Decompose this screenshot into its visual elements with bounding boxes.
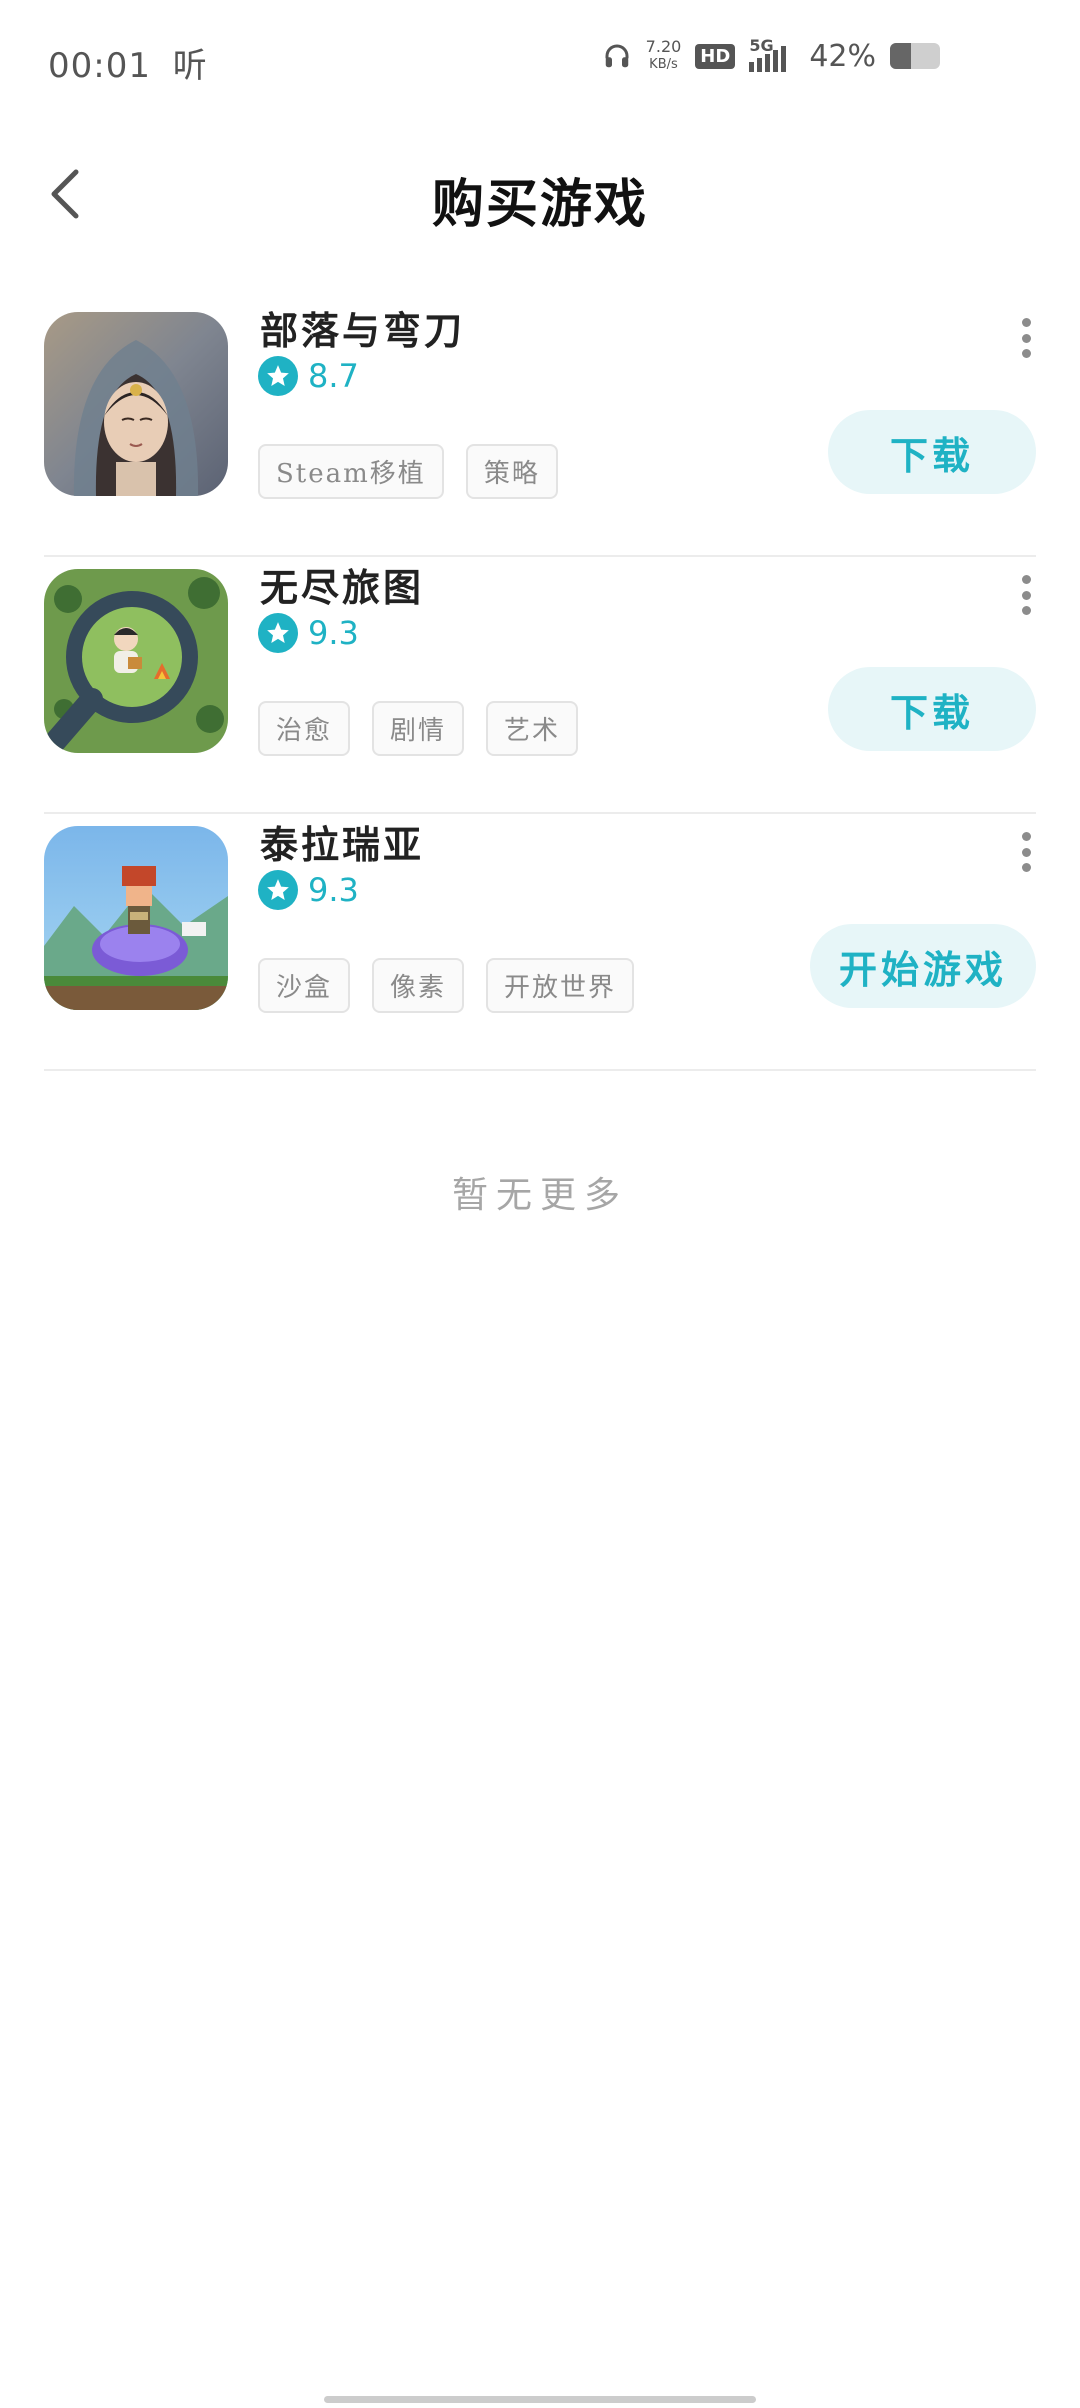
rating: 9.3 [258,613,359,653]
no-more-text: 暂无更多 [451,1175,628,1216]
game-name[interactable]: 无尽旅图 [260,557,424,612]
magnifier-art-icon [44,569,228,753]
game-name[interactable]: 部落与弯刀 [260,300,465,355]
signal-icon: 5G [749,36,795,72]
download-button[interactable]: 下载 [828,410,1036,494]
tag[interactable]: 策略 [465,444,558,499]
tag[interactable]: 沙盒 [258,958,351,1013]
start-game-button[interactable]: 开始游戏 [810,924,1036,1008]
game-item[interactable]: 部落与弯刀 8.7 Steam移植 策略 下载 [44,300,1036,557]
hd-badge: HD [695,43,736,69]
more-options-button[interactable] [1016,318,1036,358]
rating: 9.3 [258,870,359,910]
tag-list: 治愈 剧情 艺术 [258,701,579,756]
more-options-button[interactable] [1016,832,1036,872]
home-indicator[interactable] [324,2396,756,2403]
more-options-button[interactable] [1016,575,1036,615]
headphones-icon [605,44,629,68]
portrait-art-icon [44,312,228,496]
tag-list: 沙盒 像素 开放世界 [258,958,635,1013]
star-icon [258,870,298,910]
page-header: 购买游戏 [0,150,1080,240]
tag[interactable]: 剧情 [372,701,465,756]
battery-icon [890,43,940,69]
page-title: 购买游戏 [431,174,648,235]
status-icons: 7.20 KB/s HD 5G 42% [602,36,940,74]
tag[interactable]: 像素 [372,958,465,1013]
tag[interactable]: 艺术 [486,701,579,756]
download-button[interactable]: 下载 [828,667,1036,751]
star-icon [258,613,298,653]
tag[interactable]: 开放世界 [486,958,635,1013]
rating-value: 9.3 [308,614,359,652]
game-icon-tribes-and-scimitars[interactable] [44,312,228,496]
rating-value: 9.3 [308,871,359,909]
rating-value: 8.7 [308,357,359,395]
tag-list: Steam移植 策略 [258,444,558,499]
game-icon-terraria[interactable] [44,826,228,1010]
clock: 00:01 [48,46,151,86]
game-item[interactable]: 泰拉瑞亚 9.3 沙盒 像素 开放世界 开始游戏 [44,814,1036,1071]
status-extra: 听 [172,46,208,86]
tag[interactable]: 治愈 [258,701,351,756]
pixel-art-icon [44,826,228,1010]
star-icon [258,356,298,396]
rating: 8.7 [258,356,359,396]
game-list: 部落与弯刀 8.7 Steam移植 策略 下载 无尽旅图 9.3 治愈 剧情 艺… [44,300,1036,1071]
net-speed: 7.20 KB/s [645,37,682,73]
game-item[interactable]: 无尽旅图 9.3 治愈 剧情 艺术 下载 [44,557,1036,814]
game-name[interactable]: 泰拉瑞亚 [260,814,424,869]
tag[interactable]: Steam移植 [258,444,444,499]
game-icon-endless-journey[interactable] [44,569,228,753]
status-time: 00:01 听 [48,38,208,87]
status-bar: 00:01 听 7.20 KB/s HD 5G 42% [0,0,1080,120]
battery-percent: 42% [809,38,876,74]
